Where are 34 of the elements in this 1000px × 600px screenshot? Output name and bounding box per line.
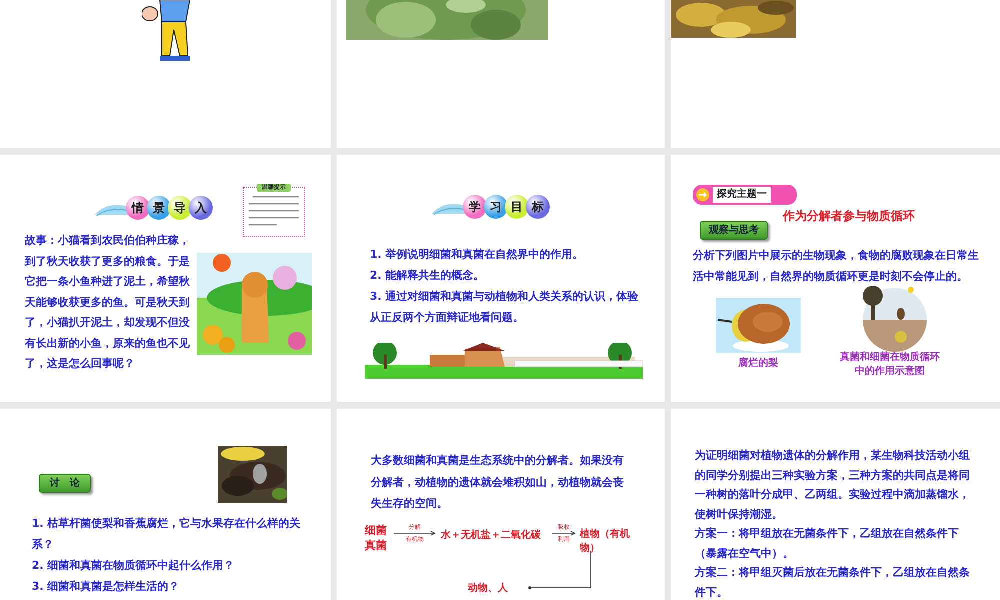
heading-bubble: 习	[484, 195, 508, 219]
question-item: 3. 细菌和真菌是怎样生活的？	[32, 579, 181, 595]
diagram-label: 细菌 真菌	[365, 523, 387, 553]
heading-bubble: 标	[526, 195, 550, 219]
intro-text: 分析下列图片中展示的生物现象，食物的腐败现象在日常生活中常能见到，自然界的物质循环更是时刻不会停止的。	[693, 248, 980, 285]
intro-text: 大多数细菌和真菌是生态系统中的分解者。如果没有分解者，动植物的遗体就会堆积如山，动植物就会丧失生存的空间。	[371, 453, 625, 512]
diagram-label: 动物、人	[468, 582, 508, 596]
experiment-text: 方案二：将甲组灭菌后放在无菌条件下，乙组放在自然条件下。	[695, 565, 971, 600]
connector-line	[528, 551, 594, 591]
experiment-text: 为证明细菌对植物遗体的分解作用，某生物科技活动小组的同学分别提出三种实验方案，三种方案的共同点是将同一种树的落叶分成甲、乙两组。实验过程中滴加蒸馏水，使树叶保持潮湿。	[695, 448, 971, 522]
goal-item: 2. 能解释共生的概念。	[370, 268, 486, 284]
heading-bubble: 景	[147, 196, 171, 220]
diagram-label: 植物（有机物）	[580, 528, 631, 556]
heading-bubble: 情	[126, 196, 150, 220]
picture-caption: 腐烂的梨	[738, 357, 780, 371]
goal-item: 1. 举例说明细菌和真菌在自然界中的作用。	[370, 247, 585, 263]
heading-bubble: 导	[168, 196, 192, 220]
slide-title: 作为分解者参与物质循环	[783, 208, 915, 225]
goal-item: 3. 通过对细菌和真菌与动植物和人类关系的认识，体验从正反两个方面辩证地看问题。	[370, 289, 640, 326]
arrow-icon	[394, 531, 436, 536]
heading-bubble: 入	[189, 196, 213, 220]
heading-bubble: 学	[463, 195, 487, 219]
arrow-icon	[552, 531, 576, 536]
question-item: 2. 细菌和真菌在物质循环中起什么作用？	[32, 558, 236, 574]
story-text: 故事：小猫看到农民伯伯种庄稼，到了秋天收获了更多的粮食。于是它把一条小鱼种进了泥土，希望秋天能够收获更多的鱼。可是秋天到了，小猫扒开泥土，却发现不但没有长出新的小鱼，原来的鱼也不见了，这是怎么回事呢？	[25, 233, 191, 372]
section-tag: 讨 论	[39, 474, 91, 493]
question-item: 1. 枯草杆菌使梨和香蕉腐烂，它与水果存在什么样的关系？	[32, 516, 302, 553]
section-tag: 观察与思考	[700, 221, 768, 240]
note-text-drawing	[247, 194, 301, 226]
picture-caption: 真菌和细菌在物质循环中的作用示意图	[839, 351, 941, 379]
topic-label: 探究主题一	[713, 187, 771, 203]
experiment-text: 方案一：将甲组放在无菌条件下，乙组放在自然条件下（暴露在空气中）。	[695, 526, 960, 562]
diagram-label: 水＋无机盐＋二氧化碳	[441, 528, 541, 543]
heading-bubble: 目	[505, 195, 529, 219]
